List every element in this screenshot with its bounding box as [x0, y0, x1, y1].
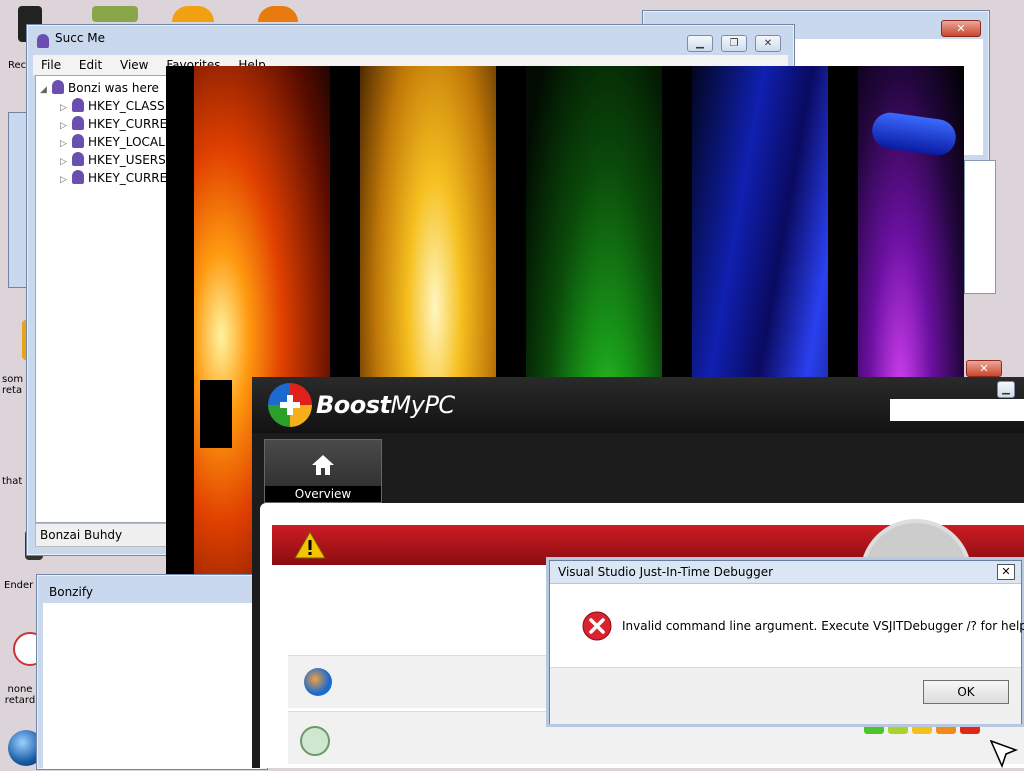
window-client-area	[43, 603, 261, 769]
bonzi-icon	[72, 134, 84, 148]
minimize-button[interactable]: ▁	[997, 381, 1015, 398]
background-window-fragment	[964, 160, 996, 294]
desktop-icon-label: Rec	[8, 60, 27, 71]
scan-icon	[304, 668, 332, 696]
header-field	[890, 399, 1024, 421]
expand-arrow-icon[interactable]: ▷	[60, 103, 72, 113]
close-button[interactable]: ✕	[997, 564, 1015, 580]
bonzi-icon	[72, 98, 84, 112]
tree-item[interactable]: ▷ HKEY_CLASS	[60, 98, 165, 113]
desktop-icon-label: none retard	[4, 684, 36, 706]
dialog-footer: OK	[550, 667, 1021, 724]
error-message: Invalid command line argument. Execute V…	[622, 619, 1024, 633]
close-button[interactable]: ✕	[941, 20, 981, 37]
brand-light: MyPC	[390, 391, 456, 419]
menu-file[interactable]: File	[41, 58, 61, 72]
menu-view[interactable]: View	[120, 58, 148, 72]
tree-item[interactable]: ▷ HKEY_CURRE	[60, 170, 167, 185]
close-button[interactable]: ✕	[966, 360, 1002, 377]
tree-item[interactable]: ▷ HKEY_CURRE	[60, 116, 167, 131]
mouse-pointer-icon	[989, 739, 1019, 771]
tree-item-label: HKEY_USERS	[88, 153, 166, 167]
menu-edit[interactable]: Edit	[79, 58, 102, 72]
tree-root-label: Bonzi was here	[68, 81, 159, 95]
speed-icon	[300, 726, 330, 756]
tree-root[interactable]: ◢ Bonzi was here	[40, 80, 159, 95]
tree-item[interactable]: ▷ HKEY_USERS	[60, 152, 166, 167]
tree-item-label: HKEY_CLASS	[88, 99, 165, 113]
expand-arrow-icon[interactable]: ▷	[60, 139, 72, 149]
expand-arrow-icon[interactable]: ▷	[60, 175, 72, 185]
dialog-titlebar: Visual Studio Just-In-Time Debugger ✕	[550, 561, 1021, 584]
jit-debugger-dialog[interactable]: Visual Studio Just-In-Time Debugger ✕ In…	[549, 560, 1024, 724]
dialog-title: Visual Studio Just-In-Time Debugger	[558, 565, 774, 579]
browser-icon[interactable]	[172, 6, 214, 22]
window-title: Bonzify	[49, 585, 93, 599]
black-block	[200, 380, 232, 448]
window-title: Succ Me	[55, 31, 105, 45]
tree-item-label: HKEY_CURRE	[88, 117, 168, 131]
close-button[interactable]: ✕	[755, 35, 781, 52]
bonzi-icon	[52, 80, 64, 94]
minimize-button[interactable]: ▁	[687, 35, 713, 52]
level-meter	[864, 724, 984, 736]
tree-item-label: HKEY_LOCAL	[88, 135, 165, 149]
boostmypc-header: BoostMyPC ▁	[252, 377, 1024, 433]
tab-overview-label: Overview	[265, 486, 381, 502]
tab-overview[interactable]: Overview	[264, 439, 382, 503]
expand-arrow-icon[interactable]: ▷	[60, 121, 72, 131]
home-icon	[311, 454, 335, 476]
browser-icon[interactable]	[258, 6, 298, 22]
status-bar: Bonzai Buhdy	[35, 523, 173, 547]
regedit-app-icon	[37, 34, 49, 48]
bonzi-icon	[72, 152, 84, 166]
bonzify-window[interactable]: Bonzify	[36, 574, 268, 770]
desktop-icon-label: that	[2, 476, 23, 487]
error-icon	[582, 611, 612, 644]
boostmypc-logo-icon	[268, 383, 312, 427]
collapse-arrow-icon[interactable]: ◢	[40, 85, 52, 95]
boostmypc-brand: BoostMyPC	[316, 391, 455, 419]
tree-item-label: HKEY_CURRE	[88, 171, 168, 185]
desktop-icon-label: som reta	[2, 374, 24, 396]
bonzi-icon	[72, 116, 84, 130]
expand-arrow-icon[interactable]: ▷	[60, 157, 72, 167]
desktop-icon-top[interactable]	[92, 6, 138, 22]
tree-item[interactable]: ▷ HKEY_LOCAL	[60, 134, 165, 149]
bonzi-icon	[72, 170, 84, 184]
desktop-icon-label: Ender	[4, 580, 34, 591]
maximize-button[interactable]: ❐	[721, 35, 747, 52]
ok-button[interactable]: OK	[923, 680, 1009, 704]
warning-icon	[294, 530, 326, 562]
brand-bold: Boost	[316, 391, 391, 419]
